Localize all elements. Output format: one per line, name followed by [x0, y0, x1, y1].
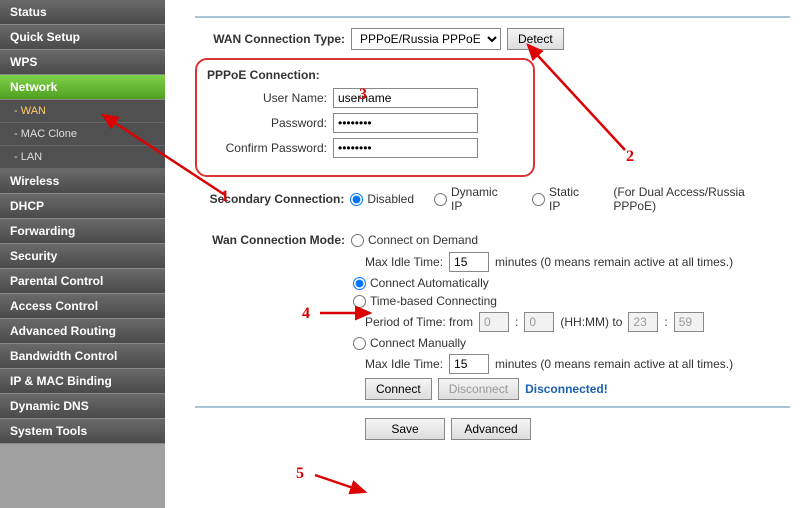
save-button[interactable]: Save: [365, 418, 445, 440]
nav-item-17[interactable]: System Tools: [0, 419, 165, 444]
idle-input-2[interactable]: [449, 354, 489, 374]
period-from-h[interactable]: [479, 312, 509, 332]
nav-item-11[interactable]: Parental Control: [0, 269, 165, 294]
pppoe-fieldset: PPPoE Connection: User Name: Password: C…: [195, 58, 535, 177]
password-label: Password:: [207, 116, 327, 130]
detect-button[interactable]: Detect: [507, 28, 564, 50]
nav-item-16[interactable]: Dynamic DNS: [0, 394, 165, 419]
confirm-password-input[interactable]: [333, 138, 478, 158]
idle-note-2: minutes (0 means remain active at all ti…: [495, 357, 733, 371]
username-label: User Name:: [207, 91, 327, 105]
period-hhmm: (HH:MM) to: [560, 315, 622, 329]
nav-item-0[interactable]: Status: [0, 0, 165, 25]
nav-item-2[interactable]: WPS: [0, 50, 165, 75]
connect-button[interactable]: Connect: [365, 378, 432, 400]
period-to-m[interactable]: [674, 312, 704, 332]
idle-note-1: minutes (0 means remain active at all ti…: [495, 255, 733, 269]
secondary-static-radio[interactable]: [532, 193, 545, 206]
secondary-dynamic-radio[interactable]: [434, 193, 447, 206]
separator: [195, 16, 790, 18]
nav-item-14[interactable]: Bandwidth Control: [0, 344, 165, 369]
mode-auto-radio[interactable]: [353, 277, 366, 290]
secondary-disabled-radio[interactable]: [350, 193, 363, 206]
secondary-note: (For Dual Access/Russia PPPoE): [613, 185, 790, 213]
nav-sub-6[interactable]: - LAN: [0, 146, 165, 169]
nav-item-9[interactable]: Forwarding: [0, 219, 165, 244]
wan-mode-label: Wan Connection Mode:: [195, 233, 345, 247]
mode-time-radio[interactable]: [353, 295, 366, 308]
mode-manual-radio[interactable]: [353, 337, 366, 350]
main-panel: WAN Connection Type: PPPoE/Russia PPPoE …: [165, 0, 800, 508]
nav-item-8[interactable]: DHCP: [0, 194, 165, 219]
password-input[interactable]: [333, 113, 478, 133]
nav-item-15[interactable]: IP & MAC Binding: [0, 369, 165, 394]
idle-label: Max Idle Time:: [365, 255, 443, 269]
separator-2: [195, 406, 790, 408]
sidebar: StatusQuick SetupWPSNetwork- WAN- MAC Cl…: [0, 0, 165, 508]
nav-sub-5[interactable]: - MAC Clone: [0, 123, 165, 146]
connection-status: Disconnected!: [525, 382, 608, 396]
wan-conn-type-label: WAN Connection Type:: [195, 32, 345, 46]
nav-item-1[interactable]: Quick Setup: [0, 25, 165, 50]
nav-item-13[interactable]: Advanced Routing: [0, 319, 165, 344]
wan-conn-type-select[interactable]: PPPoE/Russia PPPoE: [351, 28, 501, 50]
nav-item-12[interactable]: Access Control: [0, 294, 165, 319]
nav-item-3[interactable]: Network: [0, 75, 165, 100]
pppoe-title: PPPoE Connection:: [207, 68, 523, 82]
idle-label-2: Max Idle Time:: [365, 357, 443, 371]
username-input[interactable]: [333, 88, 478, 108]
period-label: Period of Time: from: [365, 315, 473, 329]
nav-sub-4[interactable]: - WAN: [0, 100, 165, 123]
period-to-h[interactable]: [628, 312, 658, 332]
disconnect-button[interactable]: Disconnect: [438, 378, 519, 400]
mode-demand-radio[interactable]: [351, 234, 364, 247]
nav-item-7[interactable]: Wireless: [0, 169, 165, 194]
period-from-m[interactable]: [524, 312, 554, 332]
nav-item-10[interactable]: Security: [0, 244, 165, 269]
advanced-button[interactable]: Advanced: [451, 418, 531, 440]
confirm-password-label: Confirm Password:: [207, 141, 327, 155]
idle-input-1[interactable]: [449, 252, 489, 272]
secondary-conn-label: Secondary Connection:: [195, 192, 344, 206]
